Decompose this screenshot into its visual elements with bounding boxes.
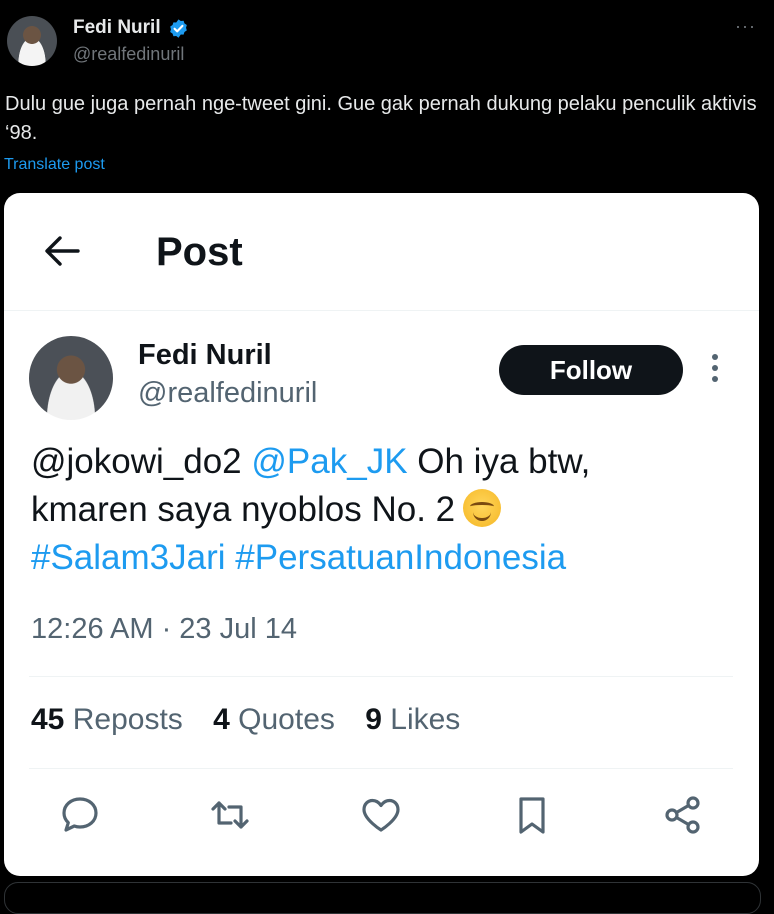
tweet-line-2: kmaren saya nyoblos No. 2 bbox=[31, 486, 741, 534]
divider bbox=[29, 768, 733, 769]
likes-stat: 9 Likes bbox=[365, 703, 461, 736]
reposts-stat: 45 Reposts bbox=[31, 703, 183, 736]
next-post-edge bbox=[4, 882, 761, 914]
page-title: Post bbox=[156, 230, 243, 274]
verified-badge-icon bbox=[170, 19, 187, 38]
embedded-post-screenshot: Post Fedi Nuril @realfedinuril Follow @j… bbox=[4, 193, 759, 876]
post-topbar: Post bbox=[4, 193, 759, 311]
tweet-line-1: @jokowi_do2 @Pak_JK Oh iya btw, bbox=[31, 438, 741, 486]
author-handle: @realfedinuril bbox=[138, 377, 318, 409]
post-text: Dulu gue juga pernah nge-tweet gini. Gue… bbox=[5, 93, 757, 144]
mention: @jokowi_do2 bbox=[31, 442, 242, 481]
divider bbox=[29, 676, 733, 677]
timestamp: 12:26 AM · 23 Jul 14 bbox=[31, 613, 297, 645]
back-arrow-icon bbox=[45, 236, 80, 266]
avatar[interactable] bbox=[7, 16, 57, 66]
share-icon bbox=[665, 796, 700, 834]
more-icon[interactable]: ··· bbox=[735, 16, 756, 37]
action-bar bbox=[4, 793, 759, 843]
like-icon bbox=[362, 798, 400, 832]
tweet-line-3: #Salam3Jari #PersatuanIndonesia bbox=[31, 534, 741, 582]
hashtag-link: #Salam3Jari bbox=[31, 538, 226, 577]
author-name: Fedi Nuril bbox=[138, 339, 272, 371]
follow-button: Follow bbox=[499, 345, 683, 395]
quotes-stat: 4 Quotes bbox=[213, 703, 335, 736]
tweet-body: @jokowi_do2 @Pak_JK Oh iya btw, kmaren s… bbox=[31, 438, 741, 582]
reply-icon bbox=[62, 797, 98, 832]
outer-post-header: Fedi Nuril @realfedinuril ··· bbox=[0, 0, 774, 80]
tweet-text: kmaren saya nyoblos No. 2 bbox=[31, 490, 456, 529]
author-name[interactable]: Fedi Nuril bbox=[73, 17, 161, 39]
translate-post-link[interactable]: Translate post bbox=[4, 156, 105, 174]
engagement-stats: 45 Reposts 4 Quotes 9 Likes bbox=[31, 703, 482, 737]
hashtag-link: #PersatuanIndonesia bbox=[235, 538, 567, 577]
mention-link: @Pak_JK bbox=[251, 442, 408, 481]
repost-icon bbox=[211, 801, 249, 829]
avatar bbox=[29, 336, 113, 420]
tweet-text: Oh iya btw, bbox=[407, 442, 591, 481]
smiling-face-emoji-icon bbox=[463, 489, 502, 527]
author-handle[interactable]: @realfedinuril bbox=[73, 44, 184, 65]
more-icon bbox=[710, 354, 720, 384]
bookmark-icon bbox=[519, 797, 545, 834]
